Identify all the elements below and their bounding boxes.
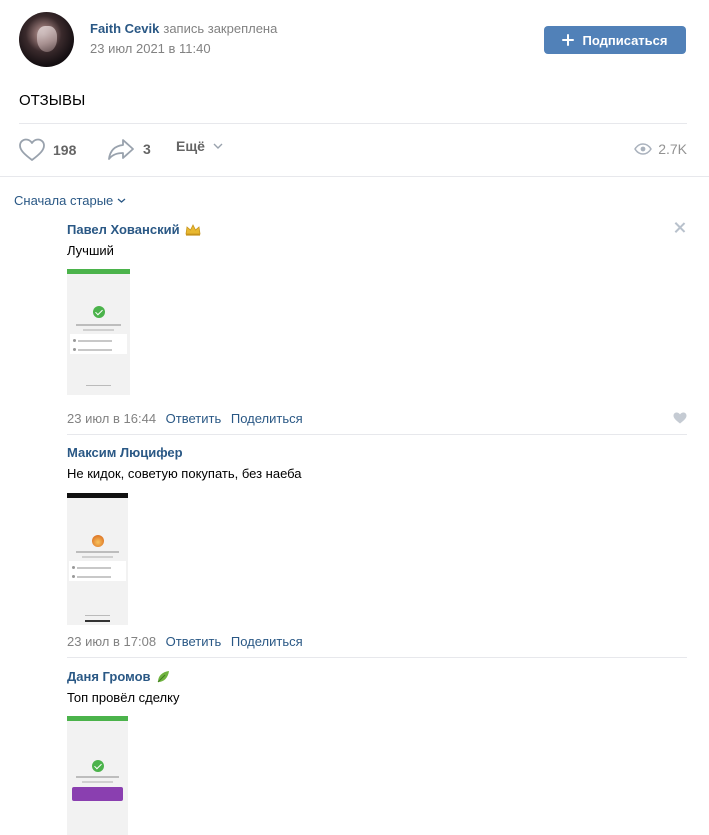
crown-icon xyxy=(185,223,201,236)
post-text: ОТЗЫВЫ xyxy=(19,92,86,109)
home-indicator xyxy=(85,620,110,622)
thumbnail-dot xyxy=(72,575,76,578)
comment-item: Максим Люцифер Не кидок, советую покупат… xyxy=(67,445,687,655)
thumbnail-line xyxy=(85,615,110,616)
like-button[interactable]: 198 xyxy=(19,138,76,162)
pinned-note: запись закреплена xyxy=(163,21,278,36)
comment-date[interactable]: 23 июл в 16:44 xyxy=(67,411,156,426)
success-check-icon xyxy=(92,306,105,318)
comment-screenshot-thumbnail[interactable] xyxy=(67,716,128,835)
thumbnail-card xyxy=(69,561,126,581)
author-avatar[interactable] xyxy=(19,12,74,67)
thumbnail-row xyxy=(77,340,113,342)
comment-date[interactable]: 23 июл в 17:08 xyxy=(67,634,156,649)
flame-icon xyxy=(91,535,104,547)
comment-item: Павел Хованский Лучший 23 июл в 16:44 От… xyxy=(67,222,687,432)
comment-author[interactable]: Павел Хованский xyxy=(67,222,180,237)
likes-count: 198 xyxy=(53,142,77,158)
thumbnail-card xyxy=(69,334,128,354)
thumbnail-dot xyxy=(72,566,76,569)
comment-text: Топ провёл сделку xyxy=(67,690,180,705)
views-count: 2.7K xyxy=(658,141,687,157)
reply-link[interactable]: Ответить xyxy=(166,634,222,649)
shares-count: 3 xyxy=(143,141,151,157)
views-counter: 2.7K xyxy=(634,141,687,157)
thumbnail-line xyxy=(82,329,115,331)
comment-author-row: Максим Люцифер xyxy=(67,445,687,460)
post-date[interactable]: 23 июл 2021 в 11:40 xyxy=(90,41,211,56)
close-icon[interactable] xyxy=(674,222,685,233)
reply-link[interactable]: Ответить xyxy=(166,411,222,426)
post-divider xyxy=(19,123,687,124)
comment-author[interactable]: Максим Люцифер xyxy=(67,445,183,460)
comment-meta: 23 июл в 17:08 Ответить Поделиться xyxy=(67,634,303,649)
thumbnail-line xyxy=(76,776,119,778)
thumbnail-row xyxy=(77,567,112,569)
post-actions: 198 3 Ещё 2.7K xyxy=(19,138,687,164)
share-link[interactable]: Поделиться xyxy=(231,411,303,426)
comments-divider xyxy=(0,176,709,177)
thumbnail-row xyxy=(77,576,112,578)
comments-sort-dropdown[interactable]: Сначала старые xyxy=(14,193,126,208)
chevron-down-icon xyxy=(117,198,126,203)
share-arrow-icon xyxy=(108,139,134,160)
sort-label: Сначала старые xyxy=(14,193,114,208)
post-header: Faith Cevik запись закреплена 23 июл 2021… xyxy=(19,12,689,68)
status-bar xyxy=(67,493,128,498)
thumbnail-line xyxy=(82,556,113,558)
share-button[interactable]: 3 xyxy=(107,138,151,160)
subscribe-label: Подписаться xyxy=(582,32,668,48)
comment-meta: 23 июл в 16:44 Ответить Поделиться xyxy=(67,411,303,426)
comment-text: Лучший xyxy=(67,243,114,258)
share-link[interactable]: Поделиться xyxy=(231,634,303,649)
author-line: Faith Cevik запись закреплена xyxy=(90,21,277,36)
comment-author-row: Даня Громов xyxy=(67,669,687,684)
plus-icon xyxy=(562,34,575,46)
more-label: Ещё xyxy=(176,138,205,154)
purple-banner xyxy=(71,787,124,801)
comment-divider xyxy=(67,657,687,658)
thumbnail-line xyxy=(85,385,112,386)
comment-text: Не кидок, советую покупать, без наеба xyxy=(67,466,302,481)
more-button[interactable]: Ещё xyxy=(176,138,223,154)
thumbnail-row xyxy=(77,349,113,351)
leaf-icon xyxy=(157,670,169,682)
heart-icon[interactable] xyxy=(673,412,687,424)
thumbnail-dot xyxy=(72,348,76,351)
comment-author[interactable]: Даня Громов xyxy=(67,669,151,684)
success-check-icon xyxy=(91,760,104,772)
status-bar xyxy=(67,716,128,721)
thumbnail-line xyxy=(76,551,119,553)
comment-divider xyxy=(67,434,687,435)
thumbnail-dot xyxy=(72,339,76,342)
comment-author-row: Павел Хованский xyxy=(67,222,687,237)
chevron-down-icon xyxy=(213,143,223,149)
status-bar xyxy=(67,269,130,274)
thumbnail-line xyxy=(82,781,113,783)
comment-screenshot-thumbnail[interactable] xyxy=(67,493,128,625)
heart-icon xyxy=(19,138,45,161)
eye-icon xyxy=(634,143,653,155)
comment-screenshot-thumbnail[interactable] xyxy=(67,269,130,395)
thumbnail-line xyxy=(76,324,121,326)
comment-item: Даня Громов Топ провёл сделку xyxy=(67,669,687,835)
subscribe-button[interactable]: Подписаться xyxy=(544,26,686,54)
author-name-link[interactable]: Faith Cevik xyxy=(90,21,159,36)
